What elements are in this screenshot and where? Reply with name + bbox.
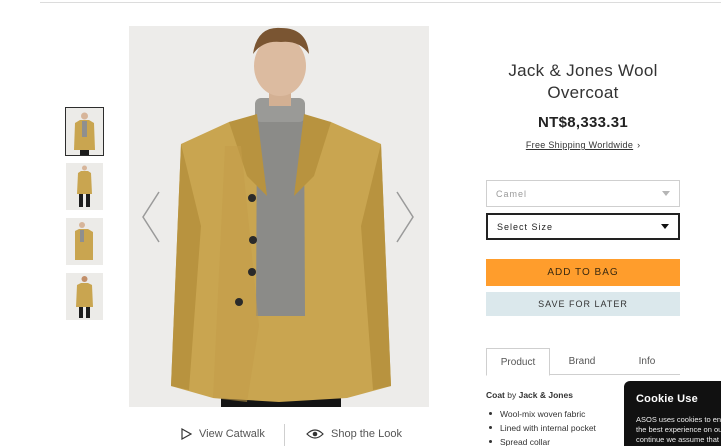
cookie-title: Cookie Use — [636, 393, 698, 405]
thumbnail-back[interactable] — [66, 273, 103, 320]
shipping-info: Free Shipping Worldwide › — [486, 140, 680, 150]
tab-product[interactable]: Product — [486, 348, 550, 376]
shop-the-look-label: Shop the Look — [331, 428, 402, 440]
details-heading-by: by — [504, 390, 519, 400]
tab-info[interactable]: Info — [614, 348, 680, 375]
thumbnail-front[interactable] — [65, 107, 104, 156]
chevron-right-small-icon: › — [637, 140, 641, 150]
size-select-placeholder: Select Size — [497, 221, 554, 232]
product-details: Coat by Jack & Jones Wool-mix woven fabr… — [486, 390, 626, 446]
thumbnail-side[interactable] — [66, 218, 103, 265]
size-select[interactable]: Select Size — [486, 213, 680, 240]
shop-the-look-button[interactable]: Shop the Look — [306, 428, 402, 440]
header-divider — [40, 0, 721, 3]
thumbnail-full-length[interactable] — [66, 163, 103, 210]
play-icon — [181, 428, 192, 440]
details-list-item: Spread collar — [486, 435, 626, 446]
eye-icon — [306, 428, 324, 440]
colour-select-value: Camel — [496, 188, 528, 199]
cookie-text: ASOS uses cookies to ensure that we give… — [636, 415, 721, 445]
product-price: NT$8,333.31 — [537, 114, 629, 131]
dropdown-caret-icon — [662, 191, 670, 196]
chevron-left-icon[interactable] — [139, 190, 163, 244]
cookie-popup: Cookie Use ASOS uses cookies to ensure t… — [624, 381, 721, 446]
free-shipping-link[interactable]: Free Shipping Worldwide — [526, 140, 633, 150]
chevron-right-icon[interactable] — [393, 190, 417, 244]
media-links: View Catwalk Shop the Look — [176, 424, 446, 446]
details-heading: Coat by Jack & Jones — [486, 390, 626, 400]
dropdown-caret-icon — [661, 224, 669, 229]
view-catwalk-button[interactable]: View Catwalk — [181, 428, 265, 440]
details-list-item: Wool-mix woven fabric — [486, 407, 626, 421]
product-title: Jack & Jones Wool Overcoat — [508, 61, 658, 102]
colour-select[interactable]: Camel — [486, 180, 680, 207]
save-for-later-button[interactable]: SAVE FOR LATER — [486, 292, 680, 316]
cookie-text-line: ASOS uses cookies to ensure that we give… — [636, 415, 721, 424]
media-divider — [284, 424, 285, 446]
details-list: Wool-mix woven fabric Lined with interna… — [486, 407, 626, 446]
thumbnail-strip — [65, 107, 104, 328]
details-heading-type: Coat — [486, 390, 505, 400]
cookie-text-line: continue we assume that you consent — [636, 435, 721, 444]
details-heading-brand[interactable]: Jack & Jones — [519, 390, 573, 400]
tab-brand[interactable]: Brand — [550, 348, 614, 375]
product-info: Jack & Jones Wool Overcoat NT$8,333.31 F… — [486, 60, 680, 150]
cookie-text-line: the best experience on our website. If y… — [636, 425, 721, 434]
add-to-bag-button[interactable]: ADD TO BAG — [486, 259, 680, 286]
product-tabs: Product Brand Info — [486, 348, 680, 376]
details-list-item: Lined with internal pocket — [486, 421, 626, 435]
view-catwalk-label: View Catwalk — [199, 428, 265, 440]
product-main-image — [129, 26, 429, 407]
